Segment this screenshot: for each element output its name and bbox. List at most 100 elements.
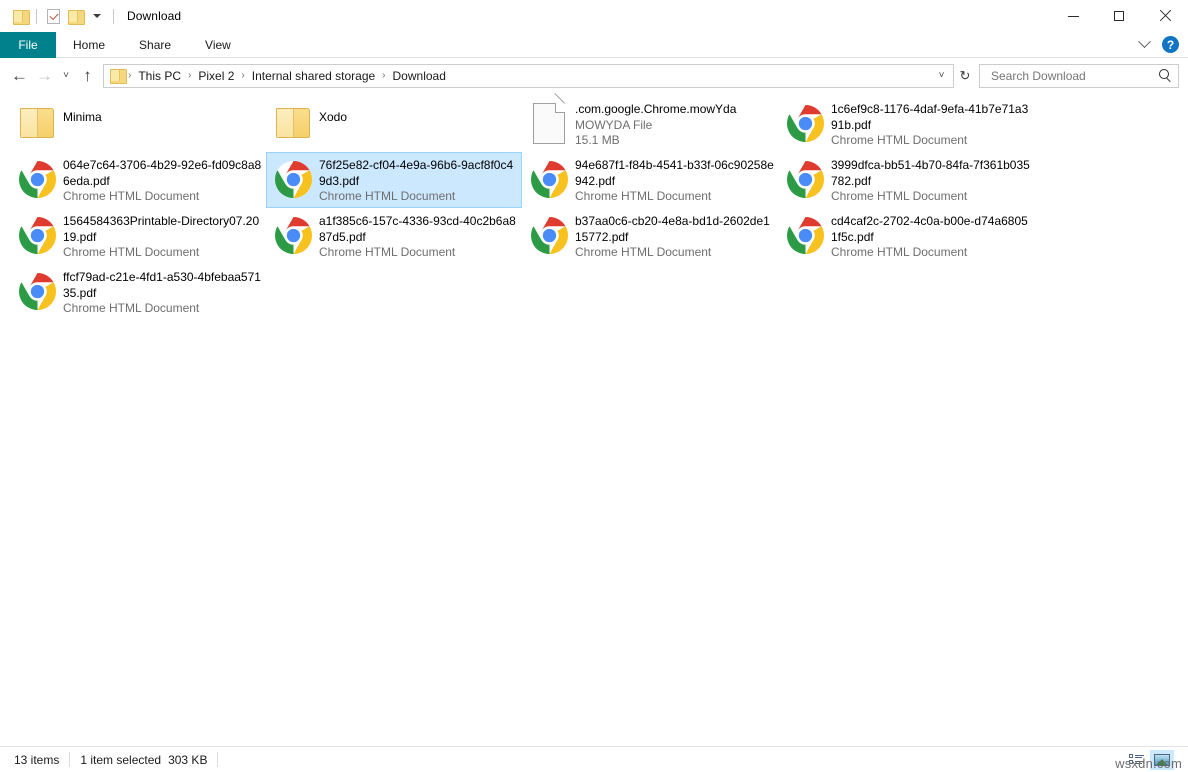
up-button[interactable]: ↑ (75, 64, 100, 88)
file-type: Chrome HTML Document (63, 245, 262, 261)
file-tile[interactable]: 76f25e82-cf04-4e9a-96b6-9acf8f0c49d3.pdf… (266, 152, 522, 208)
file-type: Chrome HTML Document (63, 301, 262, 317)
breadcrumb-item-internal-shared-storage[interactable]: Internal shared storage (246, 69, 381, 83)
file-name: 064e7c64-3706-4b29-92e6-fd09c8a86eda.pdf (63, 158, 262, 189)
ribbon-right-controls: ? (1136, 32, 1188, 57)
chevron-down-icon (93, 14, 101, 18)
new-folder-icon (68, 10, 83, 23)
chrome-icon (787, 105, 824, 142)
search-icon[interactable] (1159, 69, 1172, 82)
qat-properties-button[interactable] (42, 5, 64, 27)
file-type: Chrome HTML Document (319, 245, 518, 261)
file-type: Chrome HTML Document (575, 189, 774, 205)
ribbon-collapse-button[interactable] (1136, 37, 1152, 53)
status-divider-2 (217, 752, 218, 767)
file-tile-icon (14, 268, 60, 314)
file-tile[interactable]: .com.google.Chrome.mowYdaMOWYDA File15.1… (522, 96, 778, 152)
file-name: ffcf79ad-c21e-4fd1-a530-4bfebaa57135.pdf (63, 270, 262, 301)
qat-customize-button[interactable] (86, 5, 108, 27)
window-controls (1050, 0, 1188, 32)
file-tile[interactable]: 064e7c64-3706-4b29-92e6-fd09c8a86eda.pdf… (10, 152, 266, 208)
breadcrumb[interactable]: › This PC › Pixel 2 › Internal shared st… (103, 64, 954, 88)
chrome-icon (19, 273, 56, 310)
file-name: .com.google.Chrome.mowYda (575, 102, 774, 118)
file-tile-text: ffcf79ad-c21e-4fd1-a530-4bfebaa57135.pdf… (63, 268, 262, 317)
file-type: MOWYDA File (575, 118, 774, 134)
tab-file[interactable]: File (0, 32, 56, 58)
file-type: Chrome HTML Document (831, 245, 1030, 261)
address-dropdown-button[interactable]: ˅ (932, 65, 951, 87)
large-icons-view-button[interactable] (1150, 750, 1174, 770)
qat-new-folder-button[interactable] (64, 5, 86, 27)
file-tile-text: Minima (63, 100, 262, 126)
breadcrumb-item-download[interactable]: Download (387, 69, 452, 83)
details-view-button[interactable] (1124, 750, 1148, 770)
file-name: 94e687f1-f84b-4541-b33f-06c90258e942.pdf (575, 158, 774, 189)
search-input[interactable] (989, 68, 1159, 84)
up-arrow-icon: ↑ (83, 67, 92, 84)
file-tile[interactable]: b37aa0c6-cb20-4e8a-bd1d-2602de115772.pdf… (522, 208, 778, 264)
file-tile[interactable]: cd4caf2c-2702-4c0a-b00e-d74a68051f5c.pdf… (778, 208, 1034, 264)
chrome-icon (19, 217, 56, 254)
file-tile[interactable]: 1c6ef9c8-1176-4daf-9efa-41b7e71a391b.pdf… (778, 96, 1034, 152)
file-tile-icon (526, 212, 572, 258)
chevron-down-icon: ˅ (939, 71, 945, 81)
file-tile[interactable]: Minima (10, 96, 266, 152)
file-tile[interactable]: 1564584363Printable-Directory07.2019.pdf… (10, 208, 266, 264)
file-tile[interactable]: a1f385c6-157c-4336-93cd-40c2b6a887d5.pdf… (266, 208, 522, 264)
file-explorer-window: Download File Home Share View ? ← (0, 0, 1188, 772)
file-tile-text: 3999dfca-bb51-4b70-84fa-7f361b035782.pdf… (831, 156, 1030, 205)
ribbon-tab-bar: File Home Share View ? (0, 32, 1188, 58)
search-box[interactable] (979, 64, 1179, 88)
file-list-view[interactable]: MinimaXodo.com.google.Chrome.mowYdaMOWYD… (0, 90, 1188, 746)
minimize-button[interactable] (1050, 0, 1096, 32)
details-view-icon (1129, 754, 1144, 765)
tab-share[interactable]: Share (122, 32, 188, 58)
file-name: cd4caf2c-2702-4c0a-b00e-d74a68051f5c.pdf (831, 214, 1030, 245)
back-button[interactable]: ← (7, 64, 32, 88)
breadcrumb-item-this-pc[interactable]: This PC (132, 69, 187, 83)
breadcrumb-item-pixel-2[interactable]: Pixel 2 (192, 69, 240, 83)
refresh-button[interactable]: ↻ (954, 64, 976, 88)
file-tile-icon (14, 100, 60, 146)
file-name: Minima (63, 110, 262, 126)
file-tile[interactable]: 3999dfca-bb51-4b70-84fa-7f361b035782.pdf… (778, 152, 1034, 208)
file-name: 76f25e82-cf04-4e9a-96b6-9acf8f0c49d3.pdf (319, 158, 518, 189)
recent-locations-button[interactable]: ˅ (57, 64, 75, 88)
file-tile[interactable]: Xodo (266, 96, 522, 152)
status-item-count: 13 items (14, 753, 59, 767)
status-divider (69, 752, 70, 767)
minimize-icon (1068, 16, 1079, 17)
chrome-icon (275, 217, 312, 254)
chrome-icon (787, 161, 824, 198)
file-tile-text: cd4caf2c-2702-4c0a-b00e-d74a68051f5c.pdf… (831, 212, 1030, 261)
generic-file-icon (533, 103, 565, 144)
tab-view[interactable]: View (188, 32, 248, 58)
file-name: b37aa0c6-cb20-4e8a-bd1d-2602de115772.pdf (575, 214, 774, 245)
file-tile[interactable]: ffcf79ad-c21e-4fd1-a530-4bfebaa57135.pdf… (10, 264, 266, 320)
view-mode-buttons (1124, 750, 1182, 770)
file-tile-text: 76f25e82-cf04-4e9a-96b6-9acf8f0c49d3.pdf… (319, 156, 518, 205)
file-tile-text: 1564584363Printable-Directory07.2019.pdf… (63, 212, 262, 261)
file-tile-text: Xodo (319, 100, 518, 126)
maximize-button[interactable] (1096, 0, 1142, 32)
help-icon[interactable]: ? (1162, 36, 1179, 53)
toolbar-divider (36, 9, 37, 24)
toolbar-divider-2 (113, 9, 114, 24)
chrome-icon (531, 217, 568, 254)
file-tile-icon (782, 156, 828, 202)
file-name: Xodo (319, 110, 518, 126)
back-arrow-icon: ← (11, 67, 28, 84)
file-tile[interactable]: 94e687f1-f84b-4541-b33f-06c90258e942.pdf… (522, 152, 778, 208)
tab-home[interactable]: Home (56, 32, 122, 58)
close-button[interactable] (1142, 0, 1188, 32)
file-tile-icon (270, 212, 316, 258)
file-tile-icon (526, 156, 572, 202)
folder-icon (276, 108, 310, 138)
qat-folder-button[interactable] (9, 5, 31, 27)
address-bar: ← → ˅ ↑ › This PC › Pixel 2 › Internal s… (0, 61, 1188, 90)
file-tile-icon (270, 156, 316, 202)
forward-button[interactable]: → (32, 64, 57, 88)
title-bar: Download (0, 0, 1188, 32)
status-bar: 13 items 1 item selected 303 KB wsxdn.co… (0, 746, 1188, 772)
